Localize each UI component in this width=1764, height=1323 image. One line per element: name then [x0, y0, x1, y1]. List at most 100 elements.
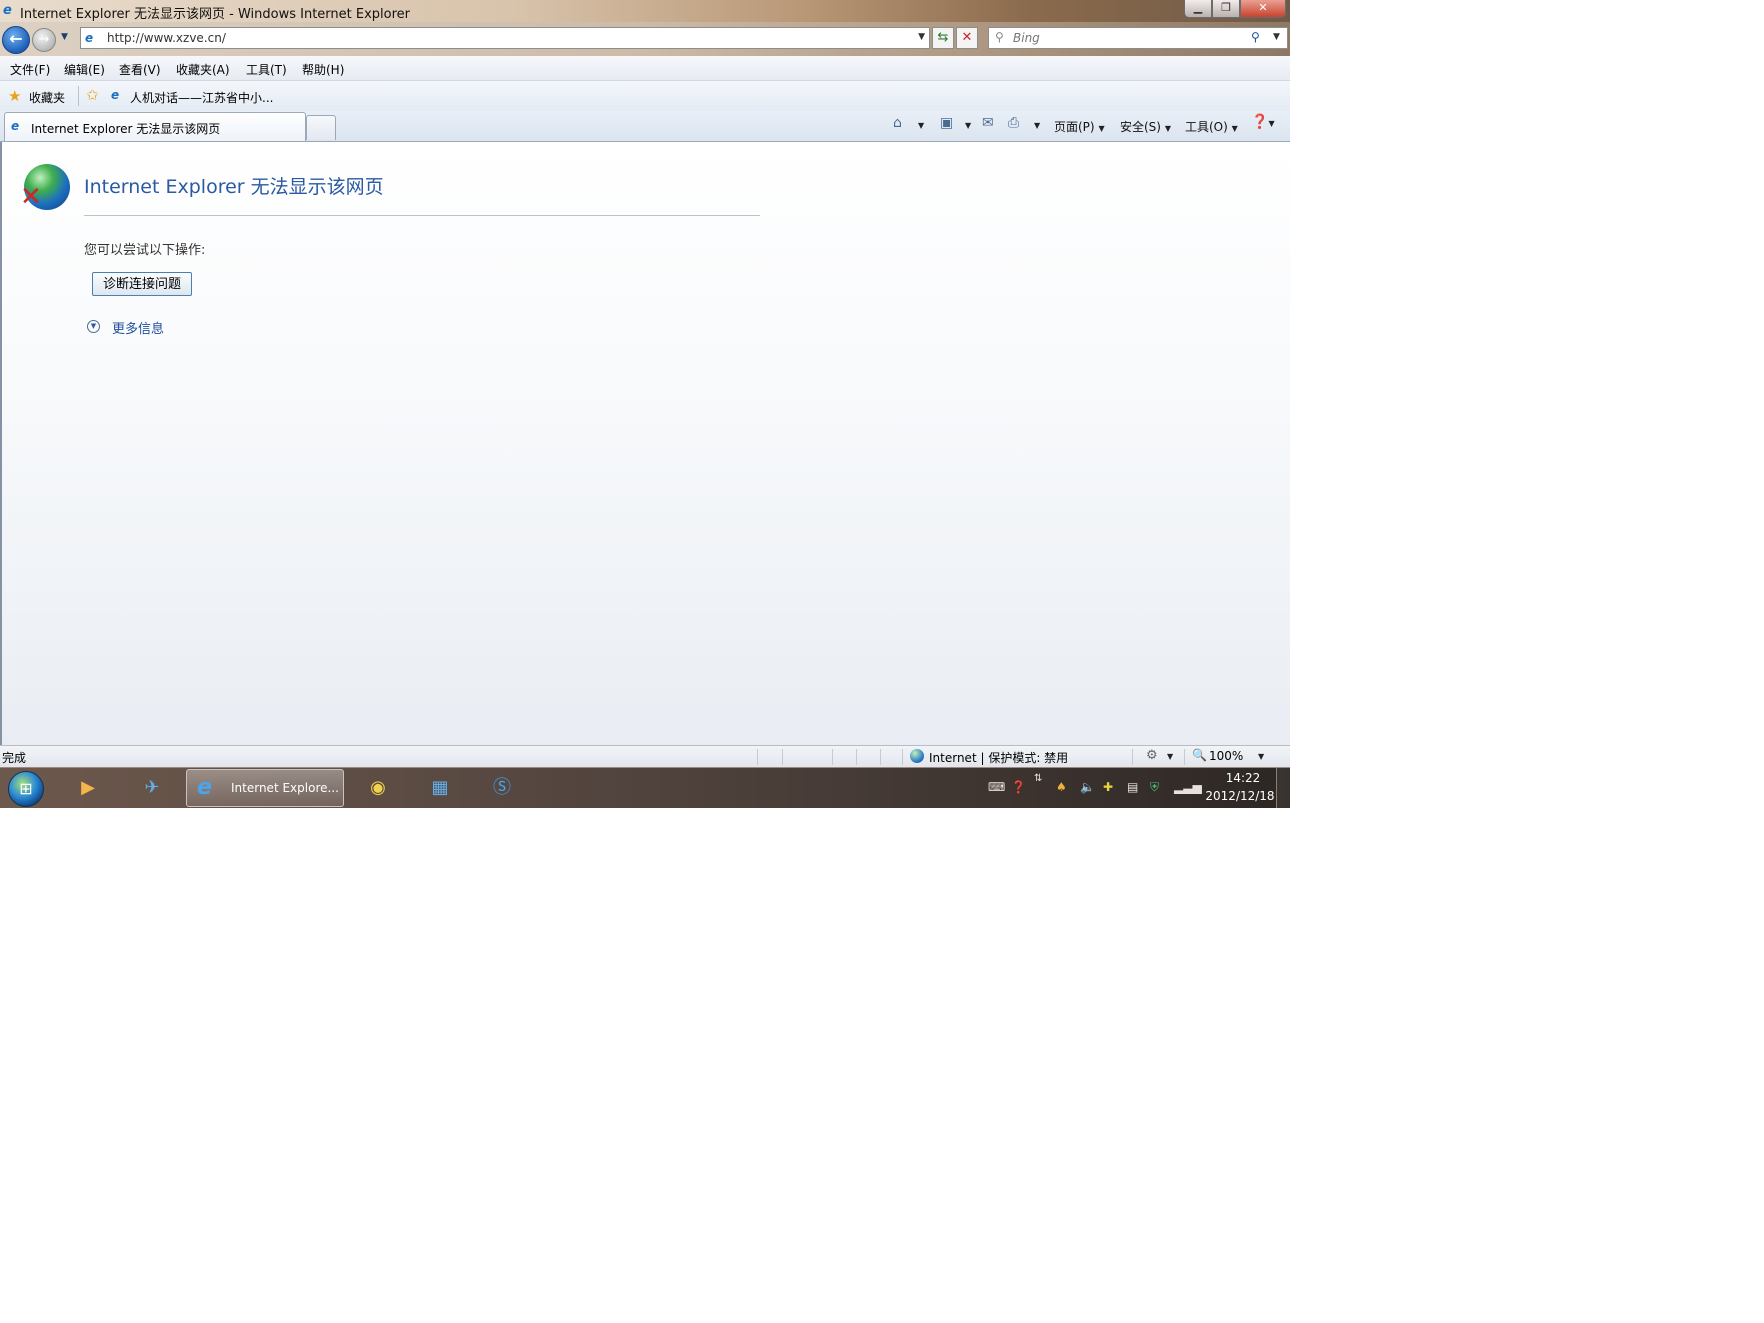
usb-tray-icon[interactable]: ▤ [1127, 780, 1138, 794]
bird-icon: ✈ [144, 777, 160, 798]
forward-button[interactable]: → [32, 28, 56, 52]
forward-arrow-icon: → [38, 32, 50, 47]
help-tray-icon[interactable]: ❓ [1011, 780, 1026, 794]
clock-time[interactable]: 14:22 [1223, 771, 1263, 785]
sogou-app[interactable]: Ⓢ [485, 772, 519, 804]
ie-logo-icon: e [197, 775, 212, 800]
status-separator [1132, 749, 1133, 765]
menu-view[interactable]: 查看(V) [119, 61, 161, 78]
stop-button[interactable]: ✕ [956, 27, 978, 49]
page-icon: e [85, 31, 94, 45]
status-text: 完成 [2, 751, 27, 765]
home-button[interactable]: ⌂ [893, 115, 902, 131]
mail-icon: ✉ [982, 115, 994, 131]
window-title: Internet Explorer 无法显示该网页 - Windows Inte… [20, 7, 411, 22]
error-title: Internet Explorer 无法显示该网页 [84, 176, 384, 198]
globe-app[interactable]: ◉ [361, 772, 395, 804]
back-button[interactable]: ← [2, 26, 30, 54]
print-icon: ⎙ [1008, 115, 1020, 131]
diagnose-button[interactable]: 诊断连接问题 [92, 272, 192, 296]
taskbar: ⊞ ▶ ✈ e Internet Explore... ◉ ▦ Ⓢ ⌨ ❓ ⇅ … [0, 767, 1290, 808]
network-tray-icon[interactable]: ▂▃▅ [1174, 780, 1202, 794]
search-options-dropdown[interactable]: ▼ [1273, 32, 1280, 42]
close-button[interactable]: ✕ [1240, 0, 1286, 18]
refresh-icon: ⇆ [937, 30, 949, 45]
chevron-down-icon: ▼ [1268, 119, 1275, 128]
ie-window: e Internet Explorer 无法显示该网页 - Windows In… [0, 0, 1290, 808]
more-info-link[interactable]: 更多信息 [112, 318, 164, 337]
zoom-level[interactable]: 100% [1209, 749, 1243, 763]
status-separator [902, 749, 903, 765]
show-desktop-button[interactable] [1276, 768, 1290, 808]
taskbar-ie-button[interactable]: e Internet Explore... [186, 769, 344, 807]
help-button[interactable]: ❓▼ [1251, 114, 1275, 130]
clock-date[interactable]: 2012/12/18 [1200, 789, 1280, 803]
menu-bar: 文件(F) 编辑(E) 查看(V) 收藏夹(A) 工具(T) 帮助(H) [0, 56, 1290, 81]
search-go-icon[interactable]: ⚲ [1251, 30, 1260, 44]
search-input[interactable] [1013, 30, 1233, 46]
status-bar: 完成 Internet | 保护模式: 禁用 ⚙ ▼ 🔍 100% ▼ [0, 745, 1290, 767]
error-x-icon: ✕ [20, 182, 42, 212]
start-button[interactable]: ⊞ [8, 771, 44, 807]
feeds-dropdown[interactable]: ▼ [965, 121, 971, 130]
address-row: ← → ▼ e http://www.xzve.cn/ ▼ ⇆ ✕ ⚲ ⚲ ▼ [0, 22, 1290, 56]
tray-expand-icon[interactable]: ⇅ [1034, 773, 1042, 784]
filmstrip-icon: ▦ [431, 777, 449, 798]
menu-edit[interactable]: 编辑(E) [64, 61, 105, 78]
zoom-dropdown[interactable]: ▼ [1258, 752, 1264, 761]
volume-tray-icon[interactable]: 🔈 [1080, 780, 1095, 794]
refresh-button[interactable]: ⇆ [932, 27, 954, 49]
safety-menu-label: 安全(S) [1120, 120, 1161, 134]
status-separator [782, 749, 783, 765]
safety-menu[interactable]: 安全(S) ▼ [1120, 118, 1171, 135]
chevron-down-icon: ▼ [1231, 124, 1238, 133]
menu-help[interactable]: 帮助(H) [302, 61, 344, 78]
tools-menu[interactable]: 工具(O) ▼ [1185, 118, 1238, 135]
shield-tray-icon[interactable]: ⛨ [1150, 780, 1159, 795]
favorite-link[interactable]: 人机对话——江苏省中小... [130, 89, 273, 106]
recent-pages-dropdown[interactable]: ▼ [61, 32, 68, 42]
title-bar: e Internet Explorer 无法显示该网页 - Windows In… [0, 0, 1290, 22]
add-favorite-icon[interactable]: ✩ [86, 86, 99, 104]
maximize-button[interactable]: ❐ [1212, 0, 1240, 18]
menu-tools[interactable]: 工具(T) [246, 61, 287, 78]
print-button[interactable]: ⎙ [1008, 115, 1019, 131]
qq-tray-icon[interactable]: ♠ [1056, 780, 1067, 794]
new-tab-button[interactable] [306, 115, 336, 140]
page-menu[interactable]: 页面(P) ▼ [1054, 118, 1105, 135]
file-manager-app[interactable]: ▦ [423, 772, 457, 804]
address-url[interactable]: http://www.xzve.cn/ [107, 31, 226, 45]
zoom-icon: 🔍 [1192, 748, 1207, 762]
mail-button[interactable]: ✉ [982, 115, 994, 131]
chevron-down-icon[interactable]: ▼ [1167, 752, 1173, 761]
chevron-down-icon[interactable]: ▼ [87, 320, 100, 333]
plus-tray-icon[interactable]: ✚ [1103, 780, 1113, 794]
address-dropdown-icon[interactable]: ▼ [918, 32, 925, 42]
minimize-button[interactable]: ▁ [1184, 0, 1212, 18]
chevron-down-icon: ▼ [1098, 124, 1105, 133]
address-bar[interactable]: e http://www.xzve.cn/ ▼ [80, 27, 930, 49]
tab-current[interactable]: e Internet Explorer 无法显示该网页 [4, 112, 306, 141]
sogou-icon: Ⓢ [493, 777, 511, 798]
favorites-star-icon[interactable]: ★ [8, 87, 21, 105]
media-player-app[interactable]: ▶ [71, 772, 105, 804]
bird-app[interactable]: ✈ [135, 772, 169, 804]
favorites-button[interactable]: 收藏夹 [29, 89, 65, 106]
security-zone[interactable]: Internet | 保护模式: 禁用 [929, 749, 1068, 766]
page-menu-label: 页面(P) [1054, 120, 1095, 134]
stop-icon: ✕ [961, 30, 973, 45]
page-icon: e [11, 119, 20, 133]
feeds-button[interactable]: ▣ [940, 115, 953, 131]
menu-file[interactable]: 文件(F) [10, 61, 50, 78]
status-separator [757, 749, 758, 765]
home-dropdown[interactable]: ▼ [918, 121, 924, 130]
status-separator [1184, 749, 1185, 765]
print-dropdown[interactable]: ▼ [1034, 121, 1040, 130]
menu-favorites[interactable]: 收藏夹(A) [176, 61, 230, 78]
rss-icon: ▣ [940, 115, 954, 131]
keyboard-tray-icon[interactable]: ⌨ [988, 780, 1005, 794]
status-separator [880, 749, 881, 765]
title-divider [84, 215, 760, 216]
search-box[interactable]: ⚲ ⚲ ▼ [988, 27, 1288, 49]
protected-mode-icon[interactable]: ⚙ [1146, 748, 1158, 763]
